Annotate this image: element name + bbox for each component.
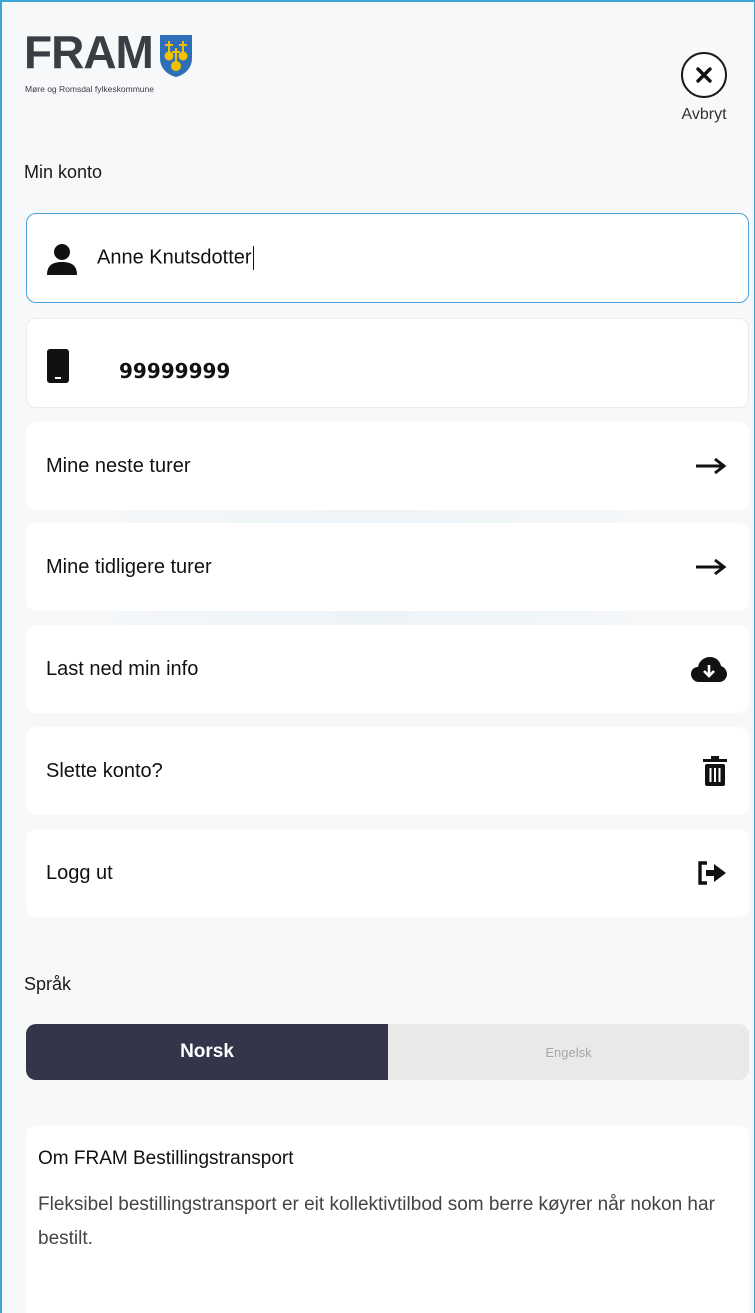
app-frame: FRAM Møre og Romsdal fylkeskommune Avbry… [0,0,755,1313]
close-button[interactable] [681,52,727,98]
cancel-label[interactable]: Avbryt [681,106,726,124]
text-cursor [252,246,255,270]
menu-item-next-trips[interactable]: Mine neste turer [26,422,749,510]
close-icon [696,67,712,83]
sign-out-icon [697,861,727,885]
logo-subtitle: Møre og Romsdal fylkeskommune [25,84,154,94]
coat-of-arms-icon [159,34,193,83]
account-section-title: Min konto [24,162,103,182]
header: FRAM Møre og Romsdal fylkeskommune Avbry… [24,26,734,140]
phone-field[interactable]: 99999999 [26,318,749,408]
menu-item-delete-account[interactable]: Slette konto? [26,727,749,815]
menu-item-download-info[interactable]: Last ned min info [26,625,749,713]
menu-item-label: Logg ut [46,861,113,884]
name-field[interactable]: Anne Knutsdotter [26,213,749,303]
arrow-right-icon [695,457,727,475]
language-option-engelsk[interactable]: Engelsk [388,1024,749,1080]
about-card: Om FRAM Bestillingstransport Fleksibel b… [26,1126,749,1313]
menu-item-log-out[interactable]: Logg ut [26,829,749,917]
menu-item-label: Last ned min info [46,657,199,680]
language-toggle: Norsk Engelsk [26,1024,749,1080]
mobile-phone-icon [47,349,69,388]
language-option-norsk[interactable]: Norsk [26,1024,388,1080]
menu-item-label: Mine neste turer [46,454,191,477]
about-title: Om FRAM Bestillingstransport [38,1148,294,1169]
user-icon [47,243,77,280]
logo-wordmark: FRAM [24,26,154,78]
about-body: Fleksibel bestillingstransport er eit ko… [38,1194,715,1249]
menu-item-label: Mine tidligere turer [46,555,212,578]
menu-item-label: Slette konto? [46,759,163,782]
menu-item-past-trips[interactable]: Mine tidligere turer [26,523,749,611]
arrow-right-icon [695,558,727,576]
close-control: Avbryt [674,52,734,124]
phone-input[interactable]: 99999999 [119,359,230,383]
trash-icon [703,756,727,786]
language-section-title: Språk [24,974,72,994]
fram-logo: FRAM Møre og Romsdal fylkeskommune [24,26,193,94]
cloud-download-icon [691,655,727,683]
name-input[interactable]: Anne Knutsdotter [97,246,255,270]
